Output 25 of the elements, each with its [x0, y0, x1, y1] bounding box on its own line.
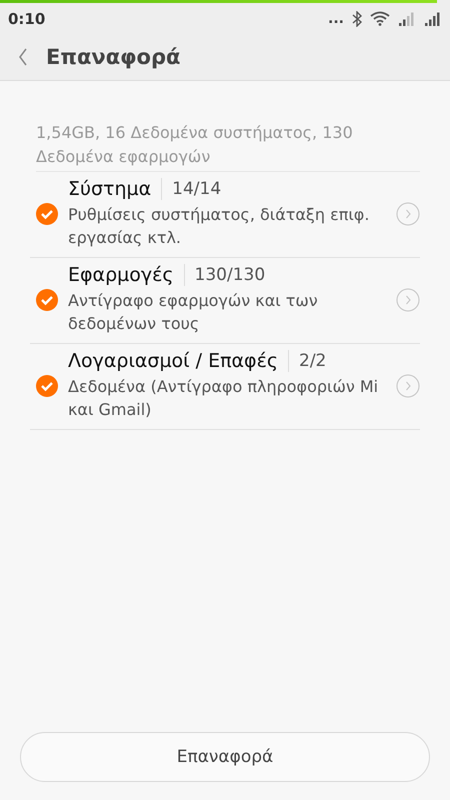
- item-count: 14/14: [172, 179, 222, 199]
- signal-icon: [424, 12, 442, 26]
- chevron-circle-icon[interactable]: [396, 202, 420, 226]
- chevron-circle-icon[interactable]: [396, 374, 420, 398]
- item-count: 2/2: [299, 351, 326, 371]
- wifi-icon: [370, 11, 390, 26]
- item-description: Ρυθμίσεις συστήματος, διάταξη επιφ. εργασίας κτλ.: [68, 204, 370, 249]
- page-title: Επαναφορά: [46, 45, 180, 69]
- status-time: 0:10: [8, 10, 46, 28]
- item-title: Λογαριασμοί / Επαφές: [68, 350, 289, 372]
- item-count: 130/130: [194, 265, 266, 285]
- checkbox[interactable]: [36, 374, 58, 396]
- item-title: Εφαρμογές: [68, 264, 185, 286]
- back-icon[interactable]: [18, 48, 28, 66]
- chevron-circle-icon[interactable]: [396, 288, 420, 312]
- bluetooth-icon: [352, 10, 362, 26]
- item-description: Δεδομένα (Αντίγραφο πληροφοριών Mi και Gmail): [68, 376, 380, 421]
- restore-button[interactable]: Επαναφορά: [20, 732, 430, 782]
- notification-dots: ...: [328, 10, 344, 26]
- checkbox[interactable]: [36, 202, 58, 224]
- item-description: Αντίγραφο εφαρμογών και των δεδομένων τους: [68, 290, 319, 335]
- signal-icon: [398, 12, 416, 26]
- item-title: Σύστημα: [68, 178, 162, 200]
- backup-summary: 1,54GB, 16 Δεδομένα συστήματος, 130 Δεδομένα εφαρμογών: [36, 121, 420, 172]
- checkbox[interactable]: [36, 288, 58, 310]
